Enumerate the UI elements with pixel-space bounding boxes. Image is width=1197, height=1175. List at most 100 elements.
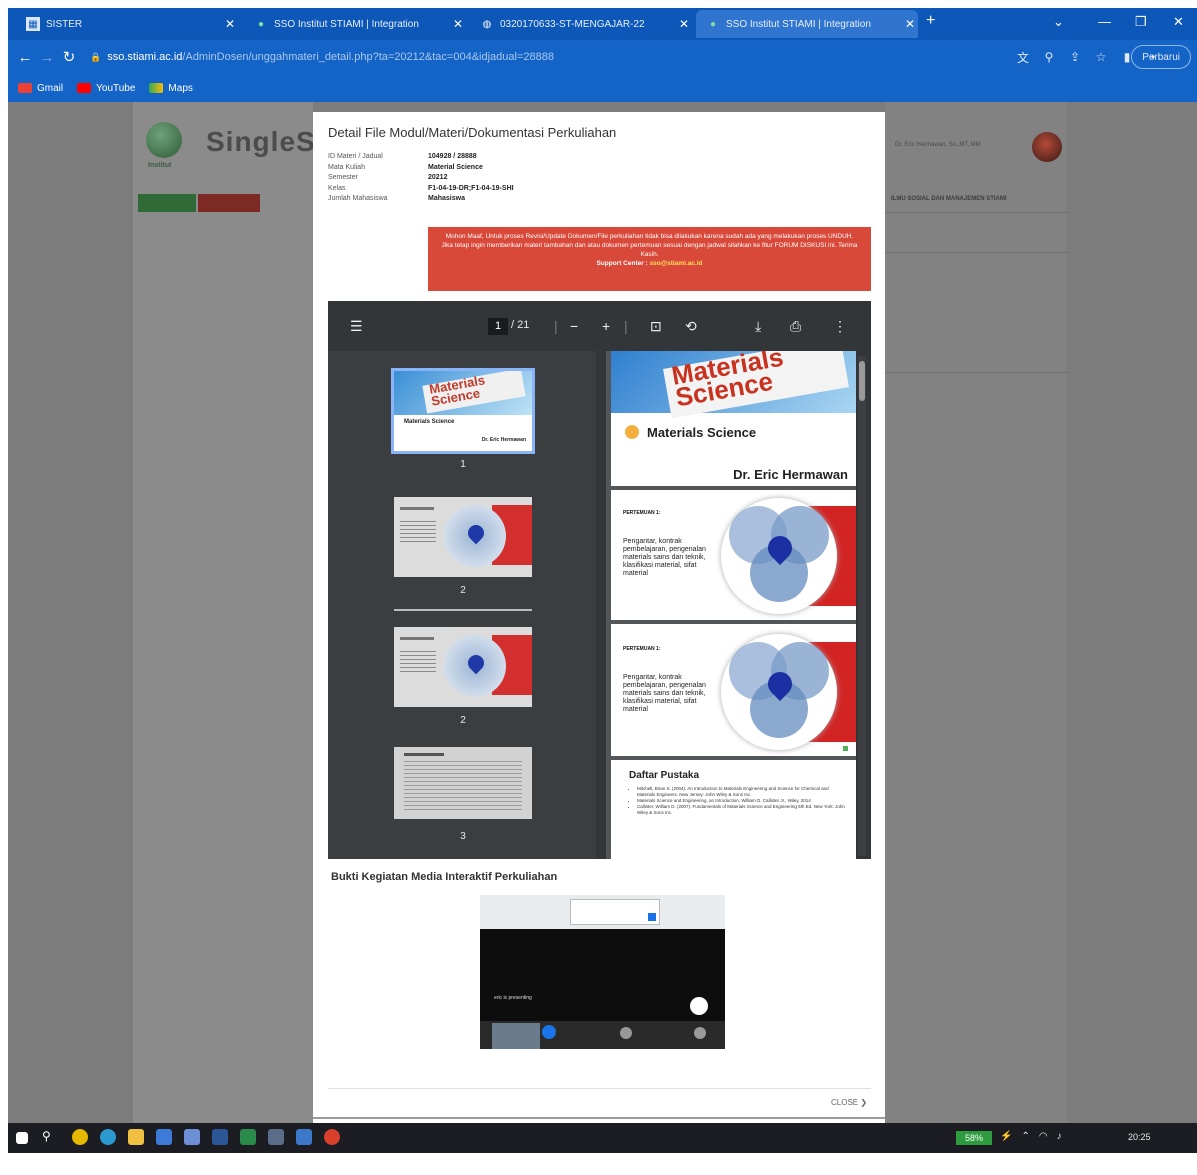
participant-icon — [694, 1027, 706, 1039]
thumbnail-page-1[interactable]: Materials Science Materials Science Dr. E… — [391, 368, 535, 470]
page-content: SingleS Institut Dr. Eric Hermawan, Sn.,… — [8, 102, 1197, 1123]
search-icon[interactable]: ⚲ — [42, 1129, 58, 1145]
star-icon[interactable]: ☆ — [1088, 50, 1114, 64]
detail-modal: Detail File Modul/Materi/Dokumentasi Per… — [313, 112, 885, 1123]
alert-line-1: Mohon Maaf, Untuk proses Revisi/Update D… — [445, 233, 854, 240]
thumbnail-page-2b[interactable]: 2 — [394, 627, 532, 726]
tab-search-chevron-icon[interactable]: ⌄ — [1053, 14, 1064, 30]
minimize-icon[interactable]: — — [1098, 14, 1111, 29]
fit-page-icon[interactable]: ⊡ — [650, 318, 662, 335]
tab-label: 0320170633-ST-MENGAJAR-22 — [500, 18, 645, 30]
thumbnail-image — [394, 747, 532, 819]
divider — [885, 252, 1067, 253]
edge-icon[interactable] — [100, 1129, 116, 1145]
background-green-button — [138, 194, 196, 212]
background-red-button — [198, 194, 260, 212]
thumbnail-number: 2 — [460, 715, 466, 726]
info-key: Jumlah Mahasiswa — [328, 195, 388, 202]
gmail-icon — [18, 83, 32, 93]
power-icon[interactable]: ⚡ — [1000, 1131, 1012, 1142]
app-icon[interactable] — [324, 1129, 340, 1145]
menu-icon[interactable]: ☰ — [350, 318, 363, 335]
divider — [885, 212, 1067, 213]
app-icon[interactable] — [296, 1129, 312, 1145]
more-options-icon[interactable]: ⋮ — [833, 318, 847, 335]
thumb-subject: Materials Science — [404, 419, 455, 425]
download-icon[interactable]: ⤓ — [755, 318, 761, 335]
slide-body: Pengantar, kontrak pembelajaran, pengena… — [623, 538, 706, 577]
windows-start-icon[interactable] — [16, 1132, 28, 1144]
close-icon[interactable]: ✕ — [222, 17, 238, 31]
reload-icon[interactable]: ↻ — [58, 48, 80, 66]
close-icon[interactable]: ✕ — [902, 17, 918, 31]
browser-window: ▦ SISTER ✕ ● SSO Institut STIAMI | Integ… — [8, 8, 1197, 1153]
screenshot-button — [648, 913, 656, 921]
translate-icon[interactable]: 文 — [1010, 49, 1036, 66]
chrome-icon[interactable] — [72, 1129, 88, 1145]
tab-mengajar[interactable]: ◍ 0320170633-ST-MENGAJAR-22 ✕ — [470, 10, 692, 38]
url-domain: sso.stiami.ac.id — [107, 51, 183, 63]
modal-title: Detail File Modul/Materi/Dokumentasi Per… — [328, 125, 617, 140]
bookmark-youtube[interactable]: YouTube — [77, 83, 135, 94]
maps-icon — [149, 83, 164, 93]
thumbnail-image: Materials Science Materials Science Dr. E… — [391, 368, 535, 454]
slide-daftar-pustaka: Daftar Pustaka Mitchell, Brian S. (2004)… — [611, 760, 856, 859]
zoom-in-icon[interactable]: + — [602, 318, 610, 334]
info-key: ID Materi / Jadual — [328, 153, 383, 160]
bookmark-label: YouTube — [96, 82, 136, 94]
tab-label: SISTER — [46, 18, 83, 30]
pdf-scrollbar[interactable] — [858, 356, 866, 856]
close-button[interactable]: CLOSE ❯ — [831, 1098, 867, 1107]
close-icon[interactable]: ✕ — [450, 17, 466, 31]
clock[interactable]: 20:25 — [1128, 1132, 1151, 1142]
green-dot — [843, 746, 848, 751]
excel-icon[interactable] — [240, 1129, 256, 1145]
battery-indicator[interactable]: 58% — [956, 1131, 992, 1145]
chevron-up-icon[interactable]: ⌃ — [1021, 1131, 1029, 1142]
rotate-icon[interactable]: ⟲ — [685, 318, 697, 335]
support-center: Support Center : sso@stiami.ac.id — [438, 259, 861, 268]
thumbnail-page-3[interactable]: 3 — [394, 747, 532, 842]
share-icon[interactable]: ⇪ — [1062, 50, 1088, 64]
file-explorer-icon[interactable] — [128, 1129, 144, 1145]
pdf-main-view[interactable]: Materials Science Materials Science Dr. E… — [606, 351, 856, 859]
app-icon[interactable] — [184, 1129, 200, 1145]
zoom-icon[interactable]: ⚲ — [1036, 50, 1062, 64]
print-icon[interactable]: ⎙ — [790, 318, 801, 335]
back-arrow-icon[interactable]: ← — [14, 49, 36, 66]
scrollbar-thumb[interactable] — [859, 361, 865, 401]
info-row: Jumlah Mahasiswa Mahasiswa — [328, 194, 514, 205]
wifi-icon[interactable]: ◠ — [1039, 1131, 1048, 1142]
logo-subtext: Institut — [148, 162, 172, 169]
globe-favicon-icon: ◍ — [482, 18, 492, 30]
page-number-input[interactable]: 1 — [488, 318, 508, 335]
info-value: Mahasiswa — [428, 195, 465, 202]
bookmark-gmail[interactable]: Gmail — [18, 83, 63, 94]
sso-favicon-icon: ● — [257, 18, 265, 30]
update-button[interactable]: Perbarui — [1131, 45, 1191, 69]
tab-sso-active[interactable]: ● SSO Institut STIAMI | Integration ✕ — [696, 10, 918, 38]
info-row: ID Materi / Jadual 104928 / 28888 — [328, 152, 514, 163]
forward-arrow-icon[interactable]: → — [36, 49, 58, 66]
bookmark-maps[interactable]: Maps — [149, 83, 193, 94]
toolbar-divider: | — [624, 318, 628, 334]
tab-sister[interactable]: ▦ SISTER ✕ — [16, 10, 238, 38]
volume-icon[interactable]: ♪ — [1057, 1131, 1062, 1142]
word-icon[interactable] — [212, 1129, 228, 1145]
close-icon[interactable]: ✕ — [676, 17, 692, 31]
new-tab-plus-icon[interactable]: + — [926, 12, 935, 30]
window-close-icon[interactable]: ✕ — [1173, 14, 1184, 30]
page-total: / 21 — [511, 319, 530, 331]
bukti-screenshot[interactable]: eric is presenting — [480, 895, 725, 1049]
divider — [328, 1088, 871, 1089]
tab-sso-1[interactable]: ● SSO Institut STIAMI | Integration ✕ — [244, 10, 466, 38]
url-field[interactable]: 🔒 sso.stiami.ac.id /AdminDosen/unggahmat… — [90, 45, 890, 69]
restore-icon[interactable]: ❐ — [1135, 14, 1147, 30]
bookmark-label: Gmail — [37, 82, 64, 94]
zoom-out-icon[interactable]: − — [570, 318, 578, 334]
support-email-link[interactable]: sso@stiami.ac.id — [650, 260, 703, 267]
app-icon[interactable] — [268, 1129, 284, 1145]
store-icon[interactable] — [156, 1129, 172, 1145]
sso-favicon-icon: ● — [709, 18, 717, 30]
thumbnail-page-2[interactable]: 2 — [394, 497, 532, 596]
